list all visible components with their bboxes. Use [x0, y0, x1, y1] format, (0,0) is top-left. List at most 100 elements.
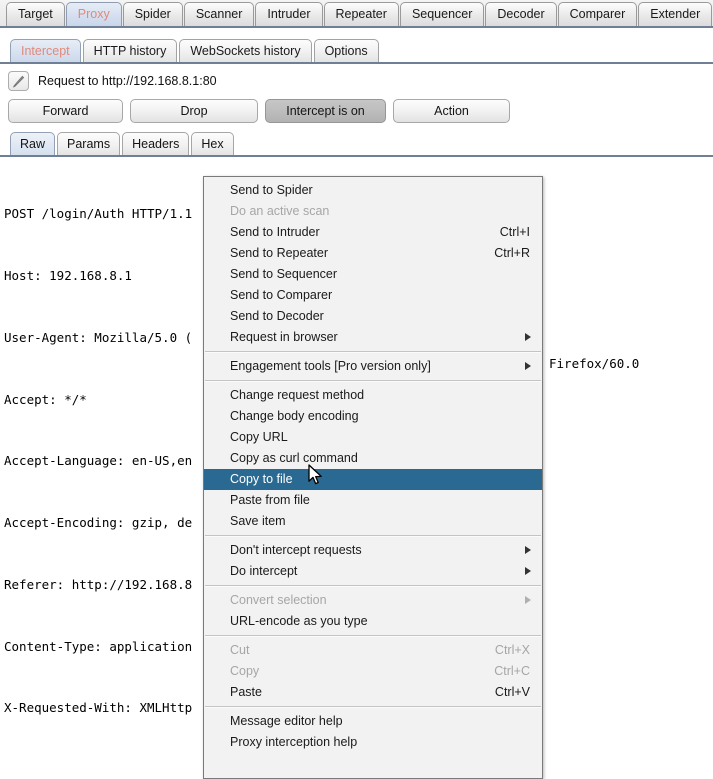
menu-item-label: Change request method	[230, 388, 365, 402]
menu-item-convert-selection: Convert selection	[204, 590, 542, 611]
main-tab-decoder[interactable]: Decoder	[485, 2, 557, 26]
main-tab-comparer[interactable]: Comparer	[557, 2, 638, 26]
menu-item-label: Change body encoding	[230, 409, 359, 423]
menu-separator	[205, 535, 541, 537]
header-x-requested-with: X-Requested-With: XMLHttp	[4, 700, 193, 716]
menu-item-copy-url[interactable]: Copy URL	[204, 427, 542, 448]
intercept-action-buttons: Forward Drop Intercept is on Action	[8, 99, 708, 124]
menu-separator	[205, 635, 541, 637]
menu-item-send-to-sequencer[interactable]: Send to Sequencer	[204, 264, 542, 285]
main-tab-target[interactable]: Target	[6, 2, 65, 26]
header-accept-encoding: Accept-Encoding: gzip, de	[4, 515, 193, 531]
header-accept: Accept: */*	[4, 391, 87, 407]
menu-item-change-body-encoding[interactable]: Change body encoding	[204, 406, 542, 427]
menu-item-don-t-intercept-requests[interactable]: Don't intercept requests	[204, 540, 542, 561]
menu-item-label: Copy URL	[230, 430, 288, 444]
menu-item-cut: Cut Ctrl+X	[204, 640, 542, 661]
menu-item-url-encode-as-you-type[interactable]: URL-encode as you type	[204, 611, 542, 632]
menu-item-change-request-method[interactable]: Change request method	[204, 385, 542, 406]
menu-item-send-to-decoder[interactable]: Send to Decoder	[204, 306, 542, 327]
menu-item-label: Copy	[230, 664, 260, 678]
menu-item-copy-as-curl-command[interactable]: Copy as curl command	[204, 448, 542, 469]
message-tab-params[interactable]: Params	[57, 132, 121, 155]
menu-item-send-to-spider[interactable]: Send to Spider	[204, 180, 542, 201]
menu-item-label: Send to Repeater	[230, 246, 328, 260]
header-user-agent: User-Agent: Mozilla/5.0 (	[4, 329, 193, 345]
menu-item-send-to-repeater[interactable]: Send to Repeater Ctrl+R	[204, 243, 542, 264]
menu-item-message-editor-help[interactable]: Message editor help	[204, 711, 542, 732]
submenu-chevron-right-icon	[525, 362, 531, 370]
menu-item-label: Send to Decoder	[230, 309, 324, 323]
header-accept-language: Accept-Language: en-US,en	[4, 453, 193, 469]
message-tab-headers[interactable]: Headers	[122, 132, 190, 155]
sub-tab-divider	[0, 62, 713, 64]
main-tab-bar: Target Proxy Spider Scanner Intruder Repeater…	[0, 0, 713, 28]
forward-button[interactable]: Forward	[8, 99, 123, 123]
main-tab-repeater[interactable]: Repeater	[323, 2, 399, 26]
message-tab-hex[interactable]: Hex	[191, 132, 234, 155]
menu-item-send-to-intruder[interactable]: Send to Intruder Ctrl+I	[204, 222, 542, 243]
menu-item-shortcut: Ctrl+C	[494, 664, 530, 678]
pencil-edit-icon[interactable]	[8, 71, 29, 91]
editor-context-menu[interactable]: Send to Spider Do an active scan Send to I…	[203, 176, 543, 779]
menu-item-copy: Copy Ctrl+C	[204, 661, 542, 682]
menu-item-engagement-tools-pro-version-only[interactable]: Engagement tools [Pro version only]	[204, 356, 542, 377]
sub-tab-options[interactable]: Options	[313, 39, 379, 62]
sub-tab-intercept[interactable]: Intercept	[10, 39, 81, 62]
main-tab-proxy[interactable]: Proxy	[65, 2, 122, 26]
menu-item-label: Request in browser	[230, 330, 338, 344]
menu-separator	[205, 706, 541, 708]
menu-item-label: Save item	[230, 514, 286, 528]
message-tab-raw[interactable]: Raw	[10, 132, 56, 155]
submenu-chevron-right-icon	[525, 333, 531, 341]
header-content-type: Content-Type: application	[4, 638, 193, 654]
menu-item-label: Paste from file	[230, 493, 310, 507]
header-referer: Referer: http://192.168.8	[4, 576, 193, 592]
menu-item-label: Convert selection	[230, 593, 327, 607]
submenu-chevron-right-icon	[525, 596, 531, 604]
menu-item-request-in-browser[interactable]: Request in browser	[204, 327, 542, 348]
menu-item-copy-to-file[interactable]: Copy to file	[204, 469, 542, 490]
menu-item-do-intercept[interactable]: Do intercept	[204, 561, 542, 582]
message-view-tabs: Raw Params Headers Hex	[10, 132, 236, 155]
menu-item-label: Proxy interception help	[230, 735, 358, 749]
menu-separator	[205, 585, 541, 587]
action-button[interactable]: Action	[393, 99, 510, 123]
submenu-chevron-right-icon	[525, 567, 531, 575]
drop-button[interactable]: Drop	[130, 99, 258, 123]
main-tab-sequencer[interactable]: Sequencer	[399, 2, 485, 26]
menu-item-save-item[interactable]: Save item	[204, 511, 542, 532]
intercept-toggle-button[interactable]: Intercept is on	[265, 99, 386, 123]
menu-item-label: Cut	[230, 643, 250, 657]
menu-item-label: Engagement tools [Pro version only]	[230, 359, 431, 373]
menu-item-paste-from-file[interactable]: Paste from file	[204, 490, 542, 511]
sub-tab-websockets-history[interactable]: WebSockets history	[179, 39, 312, 62]
menu-item-do-an-active-scan: Do an active scan	[204, 201, 542, 222]
menu-item-label: Do intercept	[230, 564, 298, 578]
menu-item-shortcut: Ctrl+R	[494, 246, 530, 260]
menu-separator	[205, 351, 541, 353]
menu-item-proxy-interception-help[interactable]: Proxy interception help	[204, 732, 542, 753]
menu-item-paste[interactable]: Paste Ctrl+V	[204, 682, 542, 703]
request-raw-text[interactable]: POST /login/Auth HTTP/1.1 Host: 192.168.…	[4, 163, 192, 741]
submenu-chevron-right-icon	[525, 546, 531, 554]
menu-item-label: Paste	[230, 685, 262, 699]
main-tab-scanner[interactable]: Scanner	[183, 2, 255, 26]
menu-item-label: Send to Comparer	[230, 288, 333, 302]
menu-item-label: Do an active scan	[230, 204, 330, 218]
main-tab-extender[interactable]: Extender	[638, 2, 713, 26]
header-host: Host: 192.168.8.1	[4, 267, 132, 283]
menu-item-label: Copy as curl command	[230, 451, 358, 465]
request-header-row: Request to http://192.168.8.1:80	[0, 66, 713, 96]
menu-item-label: Message editor help	[230, 714, 343, 728]
main-tab-intruder[interactable]: Intruder	[255, 2, 323, 26]
menu-item-shortcut: Ctrl+X	[494, 643, 530, 657]
main-tab-spider[interactable]: Spider	[122, 2, 183, 26]
menu-item-shortcut: Ctrl+I	[499, 225, 530, 239]
menu-item-label: Send to Spider	[230, 183, 313, 197]
menu-bottom-padding	[204, 753, 542, 775]
sub-tab-http-history[interactable]: HTTP history	[82, 39, 178, 62]
menu-item-label: Don't intercept requests	[230, 543, 362, 557]
menu-item-label: Send to Sequencer	[230, 267, 338, 281]
menu-item-send-to-comparer[interactable]: Send to Comparer	[204, 285, 542, 306]
